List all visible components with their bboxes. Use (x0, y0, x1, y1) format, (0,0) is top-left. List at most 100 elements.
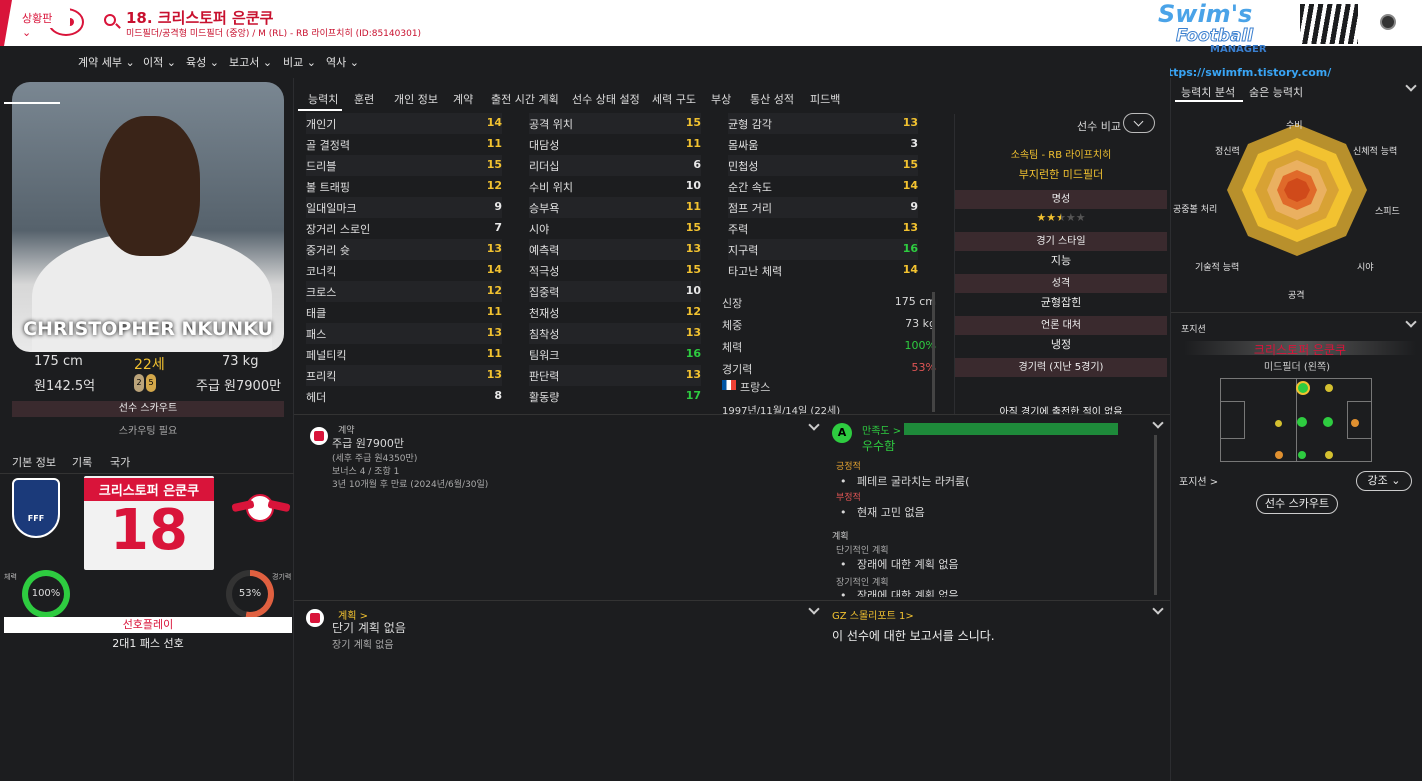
tab-feedback[interactable]: 피드백 (810, 91, 840, 107)
attribute-row[interactable]: 시야 15 (529, 218, 701, 239)
rb-leipzig-logo[interactable] (231, 492, 291, 522)
attribute-row[interactable]: 태클 11 (306, 302, 502, 323)
weight-value: 73 kg (222, 354, 259, 369)
tab-hidden-attributes[interactable]: 숨은 능력치 (1249, 84, 1303, 100)
attribute-row[interactable]: 헤더 8 (306, 386, 502, 407)
attribute-row[interactable]: 코너킥 14 (306, 260, 502, 281)
tab-personal-info[interactable]: 개인 정보 (394, 91, 438, 107)
attribute-row[interactable]: 점프 거리 9 (728, 197, 918, 218)
reputation-header: 명성 (955, 190, 1167, 209)
tab-player-status[interactable]: 선수 상태 설정 (572, 91, 640, 107)
attribute-row[interactable]: 천재성 12 (529, 302, 701, 323)
position-role: 미드필더 (왼쪽) (1263, 362, 1331, 373)
position-link[interactable]: 포지션 > (1179, 473, 1218, 488)
attribute-row[interactable]: 리더십 6 (529, 155, 701, 176)
attribute-value: 13 (486, 326, 502, 339)
attribute-name: 페널티킥 (306, 349, 347, 362)
attribute-name: 활동량 (529, 391, 560, 404)
scout-player-button[interactable]: 선수 스카우트 (12, 401, 284, 417)
scrollbar[interactable] (1154, 435, 1157, 595)
satisfaction-link[interactable]: 만족도 > (862, 422, 901, 437)
brand-line2: Football (1175, 26, 1254, 47)
nav-item-contract[interactable]: 계약 세부 ⌄ (78, 54, 135, 70)
attribute-row[interactable]: 판단력 13 (529, 365, 701, 386)
attribute-row[interactable]: 드리블 15 (306, 155, 502, 176)
attribute-row[interactable]: 볼 트래핑 12 (306, 176, 502, 197)
chevron-down-icon[interactable] (1152, 417, 1164, 429)
position-dot (1325, 384, 1333, 392)
technical-attributes: 개인기 14 골 결정력 11 드리블 15 볼 트래핑 12 일대일마크 9 장거리 스로인 7 중거… (306, 113, 506, 413)
tab-training[interactable]: 훈련 (354, 91, 374, 107)
attribute-row[interactable]: 골 결정력 11 (306, 134, 502, 155)
ball-icon[interactable] (1380, 14, 1396, 30)
gz-report-link[interactable]: GZ 스몰리포트 1> (832, 607, 914, 622)
attribute-row[interactable]: 침착성 13 (529, 323, 701, 344)
attribute-row[interactable]: 민첩성 15 (728, 155, 918, 176)
physical-attributes: 균형 감각 13 몸싸움 3 민첩성 15 순간 속도 14 점프 거리 9 주력 13 지구력 16 타고… (728, 113, 918, 293)
tab-injury[interactable]: 부상 (711, 91, 731, 107)
attribute-row[interactable]: 활동량 17 (529, 386, 701, 407)
emphasis-dropdown[interactable]: 강조 ⌄ (1356, 471, 1412, 491)
negative-item-text: 현재 고민 없음 (856, 506, 925, 519)
compare-dropdown-button[interactable] (1123, 113, 1155, 133)
scout-player-button-right[interactable]: 선수 스카우트 (1256, 494, 1338, 514)
tab-contract[interactable]: 계약 (453, 91, 473, 107)
attribute-row[interactable]: 크로스 12 (306, 281, 502, 302)
attribute-row[interactable]: 균형 감각 13 (728, 113, 918, 134)
tab-dynamics[interactable]: 세력 구도 (652, 91, 696, 107)
france-federation-logo[interactable]: FFF (12, 478, 60, 538)
attribute-row[interactable]: 대담성 11 (529, 134, 701, 155)
attribute-row[interactable]: 패스 13 (306, 323, 502, 344)
nav-item-compare[interactable]: 비교 ⌄ (283, 54, 316, 70)
nationality: 프랑스 (740, 381, 771, 394)
attribute-row[interactable]: 공격 위치 15 (529, 113, 701, 134)
attribute-value: 11 (486, 137, 502, 150)
attribute-row[interactable]: 몸싸움 3 (728, 134, 918, 155)
compare-label: 선수 비교 (1077, 120, 1121, 133)
attribute-row[interactable]: 중거리 슛 13 (306, 239, 502, 260)
nav-item-history[interactable]: 역사 ⌄ (326, 54, 359, 70)
attribute-row[interactable]: 지구력 16 (728, 239, 918, 260)
axis-label-speed: 스피드 (1375, 207, 1400, 217)
attribute-row[interactable]: 승부욕 11 (529, 197, 701, 218)
tab-records[interactable]: 기록 (72, 454, 92, 470)
attribute-name: 골 결정력 (306, 139, 350, 152)
positive-header: 긍정적 (836, 462, 861, 472)
attribute-row[interactable]: 타고난 체력 14 (728, 260, 918, 281)
attribute-value: 13 (902, 116, 918, 129)
scrollbar[interactable] (932, 292, 935, 412)
attribute-row[interactable]: 프리킥 13 (306, 365, 502, 386)
chevron-down-icon[interactable] (1152, 603, 1164, 615)
nav-item-transfer[interactable]: 이적 ⌄ (143, 54, 176, 70)
scouting-needed-text: 스카우팅 필요 (118, 426, 178, 437)
attribute-row[interactable]: 팀워크 16 (529, 344, 701, 365)
attribute-row[interactable]: 집중력 10 (529, 281, 701, 302)
negative-item: • 현재 고민 없음 (840, 506, 925, 519)
nav-item-reports[interactable]: 보고서 ⌄ (229, 54, 272, 70)
attribute-row[interactable]: 개인기 14 (306, 113, 502, 134)
tab-nation[interactable]: 국가 (110, 454, 130, 470)
tab-career-stats[interactable]: 통산 성적 (750, 91, 794, 107)
tab-basic-info[interactable]: 기본 정보 (12, 454, 56, 470)
attribute-row[interactable]: 예측력 13 (529, 239, 701, 260)
attribute-row[interactable]: 주력 13 (728, 218, 918, 239)
chevron-down-icon[interactable] (1405, 316, 1417, 328)
attribute-name: 중거리 슛 (306, 244, 350, 257)
attribute-row[interactable]: 장거리 스로인 7 (306, 218, 502, 239)
nav-item-dashboard[interactable]: 상황판 ⌄ (16, 6, 70, 39)
attribute-row[interactable]: 페널티킥 11 (306, 344, 502, 365)
nav-item-development[interactable]: 육성 ⌄ (186, 54, 219, 70)
chevron-down-icon[interactable] (808, 603, 820, 615)
attribute-row[interactable]: 일대일마크 9 (306, 197, 502, 218)
attribute-row[interactable]: 수비 위치 10 (529, 176, 701, 197)
tab-attribute-analysis[interactable]: 능력치 분석 (1181, 84, 1235, 100)
chevron-down-icon[interactable] (808, 419, 820, 431)
search-icon[interactable] (104, 14, 116, 26)
attribute-name: 순간 속도 (728, 181, 772, 194)
right-boot-icon: 5 (146, 374, 156, 392)
tab-playing-time[interactable]: 출전 시간 계획 (491, 91, 559, 107)
chevron-down-icon[interactable] (1405, 80, 1417, 92)
attribute-row[interactable]: 적극성 15 (529, 260, 701, 281)
attribute-row[interactable]: 순간 속도 14 (728, 176, 918, 197)
tab-attributes[interactable]: 능력치 (308, 91, 338, 107)
